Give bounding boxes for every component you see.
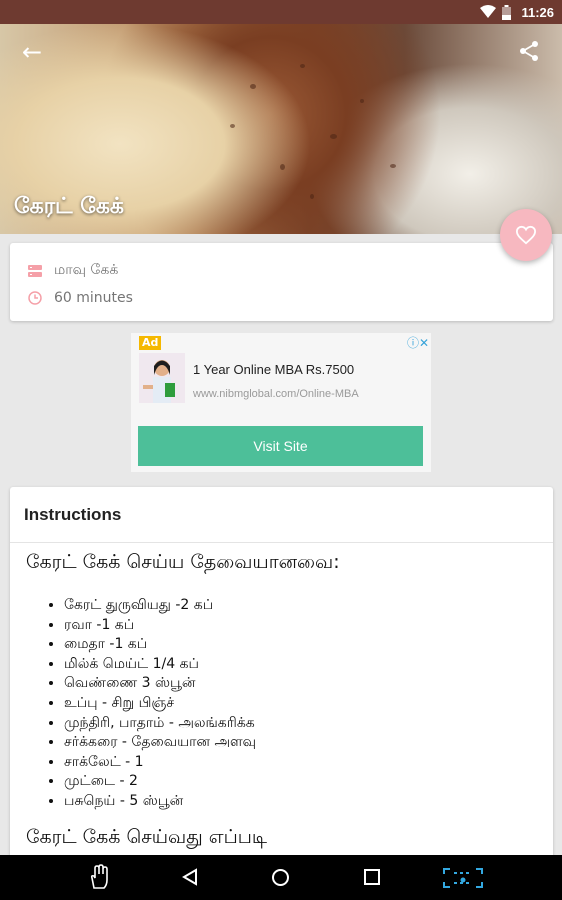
status-time: 11:26 — [521, 4, 554, 20]
ad-badge: Ad — [139, 336, 162, 350]
ingredient-item: ரவா -1 கப் — [64, 616, 553, 636]
ingredient-item: மில்க் மெய்ட் 1/4 கப் — [64, 655, 553, 675]
ingredient-item: முந்திரி, பாதாம் - அலங்கரிக்க — [64, 714, 553, 734]
favorite-button[interactable] — [500, 209, 552, 261]
ingredient-item: உப்பு - சிறு பிஞ்ச் — [64, 694, 553, 714]
adchoices-icon[interactable]: ⓘ✕ — [407, 334, 429, 351]
recents-icon[interactable] — [364, 869, 380, 885]
battery-icon — [502, 4, 512, 20]
ad-thumbnail[interactable] — [139, 353, 185, 403]
ad-headline[interactable]: 1 Year Online MBA Rs.7500 — [193, 362, 354, 377]
recipe-title: கேரட் கேக் — [14, 194, 124, 219]
back-icon[interactable] — [181, 868, 199, 886]
heart-icon — [515, 225, 537, 245]
ingredients-title: கேரட் கேக் செய்ய தேவையானவை: — [26, 551, 340, 573]
instructions-card: Instructions கேரட் கேக் செய்ய தேவையானவை:… — [10, 487, 553, 887]
duration-label: 60 minutes — [54, 289, 133, 306]
category-row: மாவு கேக் — [28, 257, 535, 284]
ingredient-item: கேரட் துருவியது -2 கப் — [64, 596, 553, 616]
instructions-header: Instructions — [10, 487, 553, 543]
ingredient-item: சாக்லேட் - 1 — [64, 753, 553, 773]
share-icon[interactable] — [518, 40, 540, 62]
ingredient-item: மைதா -1 கப் — [64, 635, 553, 655]
clock-icon — [28, 290, 42, 305]
category-label: மாவு கேக் — [54, 261, 119, 278]
navigation-bar — [0, 855, 562, 900]
hero-image: ← கேரட் கேக் — [0, 24, 562, 234]
ad-url[interactable]: www.nibmglobal.com/Online-MBA — [193, 388, 359, 400]
wifi-icon — [480, 5, 497, 18]
duration-row: 60 minutes — [28, 284, 535, 311]
recipe-meta-card: மாவு கேக் 60 minutes — [10, 243, 553, 321]
ingredient-item: பசுநெய் - 5 ஸ்பூன் — [64, 792, 553, 812]
home-icon[interactable] — [271, 868, 290, 887]
visit-site-button[interactable]: Visit Site — [138, 426, 423, 466]
ingredients-list: கேரட் துருவியது -2 கப்ரவா -1 கப்மைதா -1 … — [10, 596, 553, 812]
ad-banner[interactable]: Ad ⓘ✕ 1 Year Online MBA Rs.7500 www.nibm… — [131, 333, 431, 472]
status-bar: 11:26 — [0, 0, 562, 24]
method-title: கேரட் கேக் செய்வது எப்படி — [26, 825, 267, 848]
ingredient-item: வெண்ணை 3 ஸ்பூன் — [64, 674, 553, 694]
gesture-hand-icon[interactable] — [86, 864, 112, 890]
ingredient-item: சர்க்கரை - தேவையான அளவு — [64, 733, 553, 753]
ingredient-item: முட்டை - 2 — [64, 772, 553, 792]
screenshot-capture-icon[interactable] — [442, 867, 484, 889]
category-icon — [28, 264, 42, 277]
back-arrow-icon[interactable]: ← — [22, 40, 42, 64]
